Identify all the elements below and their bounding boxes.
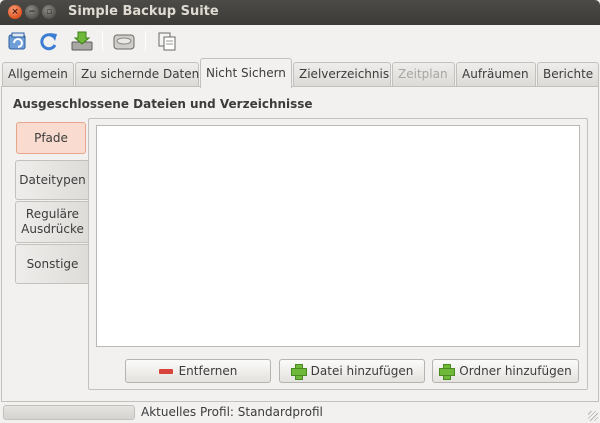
side-tab-label: Reguläre Ausdrücke: [21, 207, 84, 236]
window-close-button[interactable]: ×: [8, 5, 22, 19]
window-maximize-button[interactable]: ▫: [42, 5, 56, 19]
save-download-icon: [71, 31, 93, 51]
section-title: Ausgeschlossene Dateien und Verzeichniss…: [13, 97, 313, 111]
remove-button[interactable]: Entfernen: [125, 359, 271, 383]
drive-backup-button[interactable]: [112, 30, 136, 52]
toolbar-separator: [102, 31, 103, 51]
reload-profile-icon: [8, 32, 26, 50]
status-text: Aktuelles Profil: Standardprofil: [141, 405, 323, 419]
save-button[interactable]: [70, 30, 94, 52]
minus-icon: [158, 368, 173, 374]
window-title: Simple Backup Suite: [68, 4, 219, 19]
side-tab-label: Dateitypen: [19, 172, 86, 187]
side-tab-label: Sonstige: [26, 256, 79, 271]
refresh-icon: [40, 33, 57, 51]
add-folder-button-label: Ordner hinzufügen: [459, 364, 572, 378]
side-tab-label: Pfade: [34, 130, 68, 145]
main-tabs: Allgemein Zu sichernde Daten Nicht Siche…: [0, 58, 600, 88]
plus-icon: [439, 364, 456, 380]
toolbar: [0, 25, 600, 58]
window-minimize-button[interactable]: −: [25, 5, 39, 19]
side-tab-sonstige[interactable]: Sonstige: [15, 244, 89, 284]
tab-zeitplan: Zeitplan: [392, 62, 455, 87]
excluded-paths-list[interactable]: [96, 125, 580, 347]
progress-bar: [3, 405, 135, 420]
tab-zu-sichernde-daten[interactable]: Zu sichernde Daten: [75, 62, 199, 87]
tab-aufraeumen[interactable]: Aufräumen: [456, 62, 536, 87]
side-tab-regulaere-ausdruecke[interactable]: Reguläre Ausdrücke: [15, 201, 89, 243]
toolbar-separator: [145, 31, 146, 51]
tab-nicht-sichern[interactable]: Nicht Sichern: [200, 58, 292, 88]
drive-backup-icon: [113, 34, 135, 50]
side-tab-pfade[interactable]: Pfade: [16, 122, 86, 154]
tab-zielverzeichnis[interactable]: Zielverzeichnis: [293, 62, 391, 87]
side-tab-dateitypen[interactable]: Dateitypen: [15, 160, 89, 200]
remove-button-label: Entfernen: [178, 364, 238, 378]
refresh-button[interactable]: [37, 30, 61, 52]
tab-allgemein[interactable]: Allgemein: [2, 62, 74, 87]
add-folder-button[interactable]: Ordner hinzufügen: [432, 359, 579, 383]
plus-icon: [290, 364, 307, 380]
add-file-button-label: Datei hinzufügen: [310, 364, 414, 378]
add-file-button[interactable]: Datei hinzufügen: [279, 359, 425, 383]
resize-grip[interactable]: [588, 411, 598, 421]
reload-profile-button[interactable]: [6, 30, 30, 52]
status-bar: Aktuelles Profil: Standardprofil: [0, 402, 600, 423]
title-bar: × − ▫ Simple Backup Suite: [0, 0, 600, 25]
tab-berichte[interactable]: Berichte: [537, 62, 599, 87]
copy-icon: [158, 32, 176, 51]
copy-button[interactable]: [155, 30, 179, 52]
